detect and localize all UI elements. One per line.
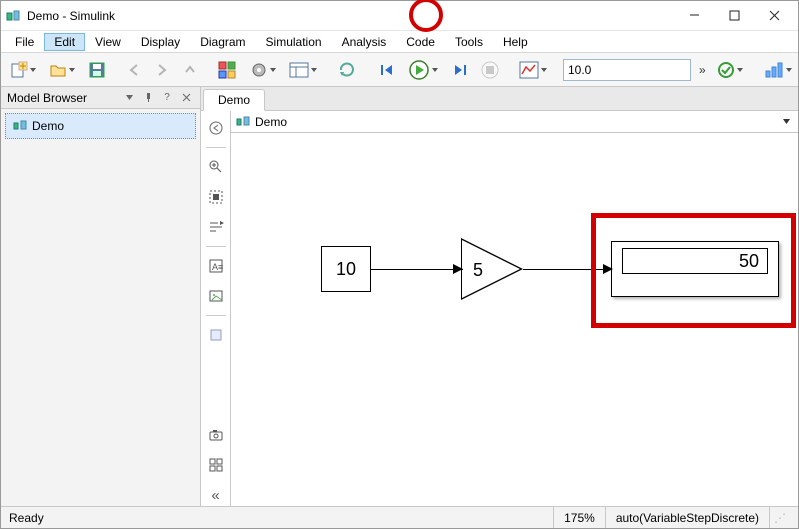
panel-pin-icon[interactable] bbox=[140, 90, 156, 106]
wire-const-to-gain[interactable] bbox=[371, 269, 463, 270]
tab-label: Demo bbox=[218, 93, 250, 107]
model-browser-tree[interactable]: Demo bbox=[1, 109, 200, 506]
arrowhead-icon bbox=[453, 264, 463, 274]
panel-menu-icon[interactable] bbox=[121, 90, 137, 106]
wire-gain-to-display[interactable] bbox=[523, 269, 611, 270]
panel-help-icon[interactable]: ? bbox=[159, 90, 175, 106]
menu-tools[interactable]: Tools bbox=[445, 33, 493, 51]
model-browser-panel: Model Browser ? Demo bbox=[1, 87, 201, 506]
fit-button[interactable] bbox=[205, 186, 227, 208]
canvas[interactable]: 10 5 50 bbox=[231, 133, 798, 506]
panel-close-icon[interactable] bbox=[178, 90, 194, 106]
status-bar: Ready 175% auto(VariableStepDiscrete) ⋰ bbox=[1, 506, 798, 528]
menu-help[interactable]: Help bbox=[493, 33, 538, 51]
open-button[interactable] bbox=[44, 57, 81, 83]
model-config-button[interactable] bbox=[245, 57, 282, 83]
toolbar-overflow[interactable]: » bbox=[695, 63, 710, 77]
model-browser-title: Model Browser bbox=[7, 91, 87, 105]
minimize-button[interactable] bbox=[674, 2, 714, 30]
menu-edit[interactable]: Edit bbox=[44, 33, 85, 51]
display-value: 50 bbox=[739, 251, 759, 272]
annotation-button[interactable]: A≡ bbox=[205, 255, 227, 277]
area-button[interactable] bbox=[205, 324, 227, 346]
new-model-button[interactable] bbox=[5, 57, 42, 83]
screenshot-button[interactable] bbox=[205, 424, 227, 446]
menu-view[interactable]: View bbox=[85, 33, 131, 51]
fast-restart-button[interactable] bbox=[333, 57, 363, 83]
breadcrumb: Demo bbox=[231, 111, 798, 133]
gain-value: 5 bbox=[473, 260, 483, 281]
crumb-dropdown-icon[interactable] bbox=[778, 114, 794, 130]
show-perspectives-button[interactable] bbox=[205, 454, 227, 476]
build-button[interactable] bbox=[759, 57, 798, 83]
toolbar: » bbox=[1, 53, 798, 87]
update-diagram-button[interactable] bbox=[712, 57, 749, 83]
tree-item-label: Demo bbox=[32, 119, 64, 133]
library-browser-button[interactable] bbox=[213, 57, 243, 83]
menu-display[interactable]: Display bbox=[131, 33, 190, 51]
title-bar: Demo - Simulink bbox=[1, 1, 798, 31]
forward-button[interactable] bbox=[149, 57, 175, 83]
autoarrange-button[interactable] bbox=[205, 216, 227, 238]
up-button[interactable] bbox=[177, 57, 203, 83]
status-solver[interactable]: auto(VariableStepDiscrete) bbox=[605, 507, 769, 528]
model-icon bbox=[235, 114, 251, 130]
step-back-button[interactable] bbox=[373, 57, 401, 83]
menu-diagram[interactable]: Diagram bbox=[190, 33, 255, 51]
model-explorer-button[interactable] bbox=[284, 57, 323, 83]
stop-button[interactable] bbox=[476, 57, 504, 83]
display-block[interactable]: 50 bbox=[611, 241, 779, 297]
arrowhead-icon bbox=[603, 264, 613, 274]
constant-block[interactable]: 10 bbox=[321, 246, 371, 292]
breadcrumb-label[interactable]: Demo bbox=[255, 115, 287, 129]
status-zoom[interactable]: 175% bbox=[553, 507, 605, 528]
menu-simulation[interactable]: Simulation bbox=[256, 33, 332, 51]
maximize-button[interactable] bbox=[714, 2, 754, 30]
canvas-toolbar: A≡ « bbox=[201, 111, 231, 506]
status-resize-grip: ⋰ bbox=[769, 507, 790, 528]
stop-time-input[interactable] bbox=[563, 59, 691, 81]
hide-browser-button[interactable] bbox=[205, 117, 227, 139]
step-forward-button[interactable] bbox=[446, 57, 474, 83]
model-icon bbox=[12, 118, 28, 134]
menu-code[interactable]: Code bbox=[396, 33, 445, 51]
status-left: Ready bbox=[9, 511, 44, 525]
tab-demo[interactable]: Demo bbox=[203, 89, 265, 111]
data-inspector-button[interactable] bbox=[514, 57, 553, 83]
zoom-button[interactable] bbox=[205, 156, 227, 178]
menu-analysis[interactable]: Analysis bbox=[332, 33, 397, 51]
run-button[interactable] bbox=[403, 57, 444, 83]
editor-tabs: Demo bbox=[201, 87, 798, 111]
window-title: Demo - Simulink bbox=[27, 9, 115, 23]
back-button[interactable] bbox=[121, 57, 147, 83]
menu-file[interactable]: File bbox=[5, 33, 44, 51]
constant-value: 10 bbox=[336, 259, 356, 280]
svg-text:A≡: A≡ bbox=[212, 262, 223, 272]
app-icon bbox=[5, 8, 21, 24]
image-button[interactable] bbox=[205, 285, 227, 307]
save-button[interactable] bbox=[83, 57, 111, 83]
collapse-panel-button[interactable]: « bbox=[205, 484, 227, 506]
close-button[interactable] bbox=[754, 2, 794, 30]
menu-bar: File Edit View Display Diagram Simulatio… bbox=[1, 31, 798, 53]
tree-item-demo[interactable]: Demo bbox=[5, 113, 196, 139]
